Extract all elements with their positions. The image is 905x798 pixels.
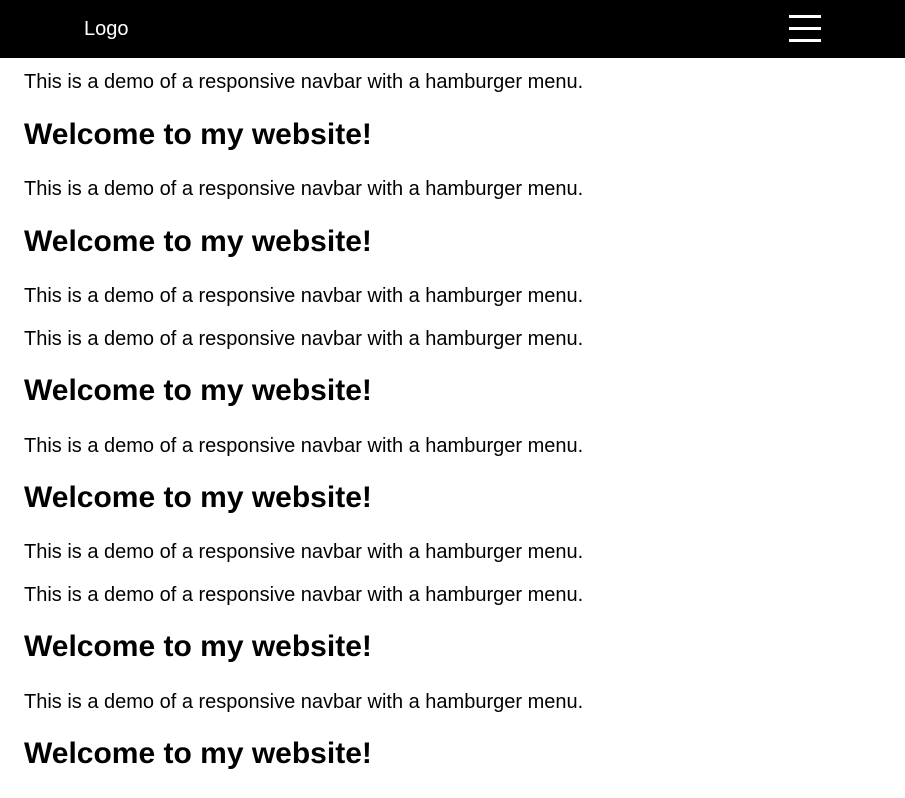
intro-paragraph: This is a demo of a responsive navbar wi… — [24, 691, 584, 713]
intro-paragraph: This is a demo of a responsive navbar wi… — [24, 584, 584, 606]
hamburger-top-bar — [789, 15, 821, 18]
welcome-heading: Welcome to my website! — [24, 481, 372, 514]
intro-paragraph: This is a demo of a responsive navbar wi… — [24, 541, 584, 563]
welcome-heading: Welcome to my website! — [24, 374, 372, 407]
hamburger-menu-icon[interactable] — [789, 15, 821, 44]
hamburger-middle-bar — [789, 27, 821, 30]
logo-link[interactable]: Logo — [84, 17, 129, 41]
welcome-heading: Welcome to my website! — [24, 225, 372, 258]
intro-paragraph: This is a demo of a responsive navbar wi… — [24, 435, 584, 457]
intro-paragraph: This is a demo of a responsive navbar wi… — [24, 328, 584, 350]
page-content: This is a demo of a responsive navbar wi… — [0, 0, 905, 798]
welcome-heading: Welcome to my website! — [24, 737, 372, 770]
hamburger-bottom-bar — [789, 39, 821, 42]
intro-paragraph: This is a demo of a responsive navbar wi… — [24, 71, 584, 93]
welcome-heading: Welcome to my website! — [24, 118, 372, 151]
top-navbar: Logo — [0, 0, 905, 58]
welcome-heading: Welcome to my website! — [24, 630, 372, 663]
intro-paragraph: This is a demo of a responsive navbar wi… — [24, 285, 584, 307]
intro-paragraph: This is a demo of a responsive navbar wi… — [24, 178, 584, 200]
